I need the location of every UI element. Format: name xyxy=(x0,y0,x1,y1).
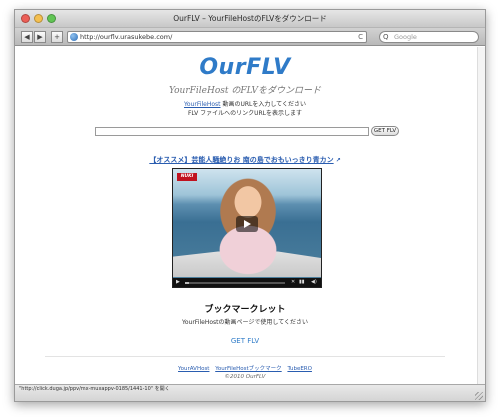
seek-progress xyxy=(185,282,189,284)
browser-toolbar: ◀ ▶ + http://ourflv.urasukebe.com/ C Q G… xyxy=(15,28,485,46)
volume-icon[interactable]: ◀) xyxy=(311,278,317,287)
back-button[interactable]: ◀ xyxy=(21,31,33,43)
search-icon: Q xyxy=(383,33,389,41)
vertical-scrollbar[interactable] xyxy=(477,47,485,384)
bookmarklet-heading: ブックマークレット xyxy=(204,305,286,315)
footer-link-tubeero[interactable]: TubeERO xyxy=(287,366,312,372)
get-flv-button[interactable]: GET FLV xyxy=(371,126,399,136)
channel-badge: NUKI xyxy=(177,173,197,181)
reload-icon[interactable]: C xyxy=(358,32,363,42)
window-title: OurFLV – YourFileHostのFLVをダウンロード xyxy=(173,14,327,23)
video-url-input[interactable] xyxy=(95,127,369,136)
yourfilehost-link[interactable]: YourFileHost xyxy=(184,101,221,108)
footer-links: YourAVHost YourFileHostブックマーク TubeERO xyxy=(15,364,475,372)
play-icon[interactable] xyxy=(236,216,258,232)
add-bookmark-button[interactable]: + xyxy=(51,31,63,43)
video-player[interactable]: NUKI ▶ ✕ ▮▮ ◀) xyxy=(172,168,322,288)
external-link-icon: ↗ xyxy=(335,157,341,164)
instructions-text-1: 動画のURLを入力してください xyxy=(220,101,306,108)
promo-text: 【オススメ】芸能人騒絶りお 南の島でおもいっきり青カン xyxy=(149,156,334,164)
globe-icon xyxy=(70,33,78,41)
fullscreen-icon[interactable]: ✕ xyxy=(291,278,295,287)
search-placeholder: Google xyxy=(394,33,417,41)
address-text: http://ourflv.urasukebe.com/ xyxy=(80,33,173,41)
status-bar: "http://click.duga.jp/ppv/mx-muxappv-018… xyxy=(15,384,485,401)
bookmarklet-link[interactable]: GET FLV xyxy=(15,337,475,345)
copyright: ©2010 OurFLV xyxy=(224,374,266,380)
promo-link[interactable]: 【オススメ】芸能人騒絶りお 南の島でおもいっきり青カン ↗ xyxy=(15,155,475,165)
footer-divider xyxy=(45,356,445,357)
volume-slider[interactable]: ▮▮ xyxy=(299,278,305,287)
forward-button[interactable]: ▶ xyxy=(34,31,46,43)
site-logo[interactable]: OurFLV xyxy=(15,55,475,80)
page-content: OurFLV YourFileHost のFLVをダウンロード YourFile… xyxy=(15,47,485,384)
search-field[interactable]: Q Google xyxy=(379,31,479,43)
resize-grip-icon[interactable] xyxy=(475,392,483,400)
instructions-line-2: FLV ファイルへのリンクURLを表示します xyxy=(187,110,303,117)
site-subtitle: YourFileHost のFLVをダウンロード xyxy=(168,86,322,96)
footer-link-youravhost[interactable]: YourAVHost xyxy=(178,366,209,372)
browser-window: OurFLV – YourFileHostのFLVをダウンロード ◀ ▶ + h… xyxy=(14,9,486,402)
play-pause-icon[interactable]: ▶ xyxy=(176,278,180,287)
title-bar: OurFLV – YourFileHostのFLVをダウンロード xyxy=(15,10,485,28)
bookmarklet-description: YourFileHostの動画ページで使用してください xyxy=(181,319,309,326)
instructions-line-1: YourFileHost 動画のURLを入力してください xyxy=(15,99,475,108)
footer-link-bookmark[interactable]: YourFileHostブックマーク xyxy=(215,366,281,372)
status-text: "http://click.duga.jp/ppv/mx-muxappv-018… xyxy=(19,386,170,392)
seek-bar[interactable] xyxy=(185,282,285,284)
address-bar[interactable]: http://ourflv.urasukebe.com/ C xyxy=(67,31,367,43)
video-controls: ▶ ✕ ▮▮ ◀) xyxy=(173,278,321,287)
